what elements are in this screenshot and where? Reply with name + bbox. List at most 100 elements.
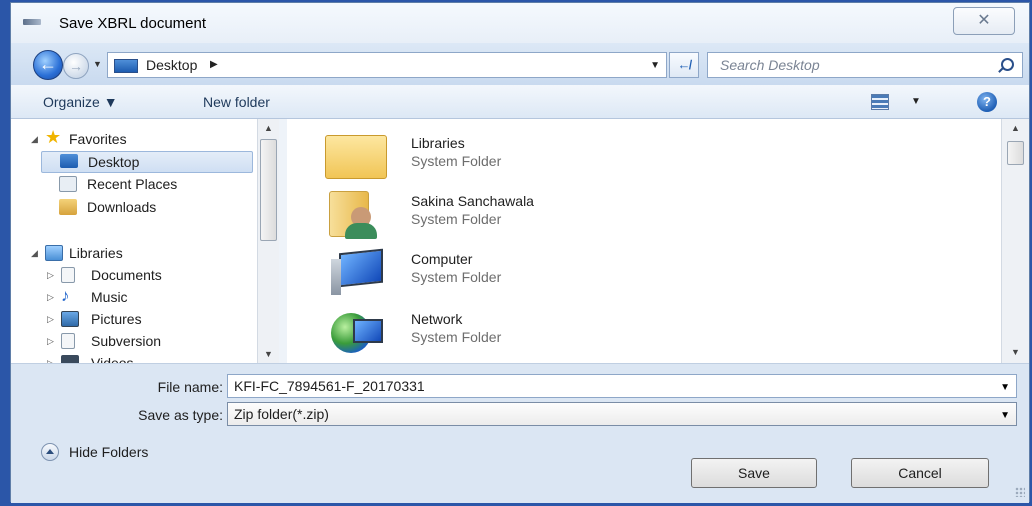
search-box[interactable]: Search Desktop [707,52,1023,78]
network-icon [325,305,387,357]
sidebar-item-videos[interactable]: ▷ Videos [11,353,251,363]
resize-grip[interactable] [1015,487,1025,497]
sidebar-item-downloads[interactable]: Downloads [41,197,253,219]
list-item-network[interactable]: Network System Folder [313,301,793,359]
nav-scrollbar[interactable]: ▲ ▼ [257,119,279,363]
chevron-down-icon[interactable]: ▼ [1000,382,1010,393]
sidebar-item-desktop[interactable]: Desktop [41,151,253,173]
title-bar: Save XBRL document ✕ [11,3,1029,43]
file-list: Libraries System Folder Sakina Sanchawal… [287,119,1001,363]
cancel-button[interactable]: Cancel [851,458,989,488]
help-icon[interactable]: ? [977,92,997,112]
tree-label: Libraries [69,245,123,261]
file-name-label: File name: [157,379,223,395]
forward-arrow-icon: → [69,58,83,74]
file-type: System Folder [411,211,502,227]
recent-locations-dropdown[interactable]: ▼ [93,59,102,69]
refresh-button[interactable]: ↚ [669,52,699,78]
pane-splitter[interactable] [279,119,287,363]
scroll-down-icon[interactable]: ▼ [264,349,273,359]
sidebar-item-recent-places[interactable]: Recent Places [41,174,253,196]
view-options-dropdown[interactable]: ▼ [911,96,921,107]
downloads-icon [59,199,77,215]
save-type-label: Save as type: [138,407,223,423]
list-item-computer[interactable]: Computer System Folder [313,241,793,299]
back-arrow-icon: ← [39,54,57,74]
tree-label: Documents [91,267,162,283]
tree-label: Pictures [91,311,142,327]
breadcrumb-chevron-icon[interactable]: ▶ [210,59,218,70]
scroll-down-icon[interactable]: ▼ [1011,347,1020,357]
file-name-input[interactable]: KFI-FC_7894561-F_20170331 [234,378,425,394]
tree-label: Downloads [87,199,157,215]
tree-label: Recent Places [87,176,178,192]
expand-arrow-icon[interactable]: ▷ [47,336,54,347]
hide-folders-label: Hide Folders [69,444,149,460]
expand-arrow-icon[interactable]: ▷ [47,270,54,281]
address-row: ← → ▼ Desktop ▶ ▼ ↚ Search Desktop [11,43,1029,85]
app-icon [23,19,41,25]
chevron-down-icon[interactable]: ▼ [1000,410,1010,421]
subversion-icon [61,333,75,349]
close-icon: ✕ [977,12,991,29]
file-type: System Folder [411,329,502,345]
tree-label: Music [91,289,128,305]
file-name: Network [411,311,463,327]
window-title: Save XBRL document [59,15,207,32]
tree-favorites[interactable]: ◢ ★ Favorites [11,127,251,151]
expand-arrow-icon[interactable]: ▷ [47,314,54,325]
new-folder-button[interactable]: New folder [203,94,270,110]
file-type: System Folder [411,153,502,169]
scroll-thumb[interactable] [260,139,277,241]
organize-button[interactable]: Organize ▼ [43,94,118,110]
navigation-pane: ◢ ★ Favorites Desktop Recent Places Down… [11,119,287,363]
refresh-icon: ↚ [677,57,691,72]
tree-label: Desktop [88,154,140,170]
list-item-user-folder[interactable]: Sakina Sanchawala System Folder [313,183,793,241]
music-icon: ♪ [61,286,70,305]
breadcrumb-desktop[interactable]: Desktop [146,57,197,73]
tree-label: Favorites [69,131,127,147]
expand-arrow-icon[interactable]: ▷ [47,292,54,303]
recent-places-icon [59,176,77,192]
file-name: Sakina Sanchawala [411,193,534,209]
documents-icon [61,267,75,283]
videos-icon [61,355,79,363]
search-input[interactable]: Search Desktop [720,57,820,73]
back-button[interactable]: ← [33,50,63,80]
sidebar-item-music[interactable]: ▷ ♪ Music [11,286,251,309]
save-dialog: Save XBRL document ✕ ← → ▼ Desktop ▶ ▼ ↚… [10,2,1030,503]
scroll-thumb[interactable] [1007,141,1024,165]
tree-libraries[interactable]: ◢ Libraries [11,243,251,265]
save-type-value: Zip folder(*.zip) [234,406,329,422]
file-name: Libraries [411,135,465,151]
tree-label: Videos [91,355,134,363]
address-dropdown-icon[interactable]: ▼ [650,60,660,71]
collapse-up-icon [41,443,59,461]
file-name-field[interactable]: KFI-FC_7894561-F_20170331 ▼ [227,374,1017,398]
sidebar-item-pictures[interactable]: ▷ Pictures [11,309,251,331]
close-button[interactable]: ✕ [953,7,1015,35]
sidebar-item-subversion[interactable]: ▷ Subversion [11,331,251,353]
file-type: System Folder [411,269,502,285]
search-icon[interactable] [1001,58,1014,71]
list-item-libraries[interactable]: Libraries System Folder [313,125,793,183]
scroll-up-icon[interactable]: ▲ [264,123,273,133]
sidebar-item-documents[interactable]: ▷ Documents [11,265,251,287]
libraries-icon [45,245,63,261]
tree-label: Subversion [91,333,162,349]
content-scrollbar[interactable]: ▲ ▼ [1001,119,1029,363]
save-button[interactable]: Save [691,458,817,488]
collapse-arrow-icon[interactable]: ◢ [31,248,38,259]
file-name: Computer [411,251,473,267]
computer-icon [325,245,387,297]
forward-button[interactable]: → [63,53,89,79]
save-type-select[interactable]: Zip folder(*.zip) ▼ [227,402,1017,426]
collapse-arrow-icon[interactable]: ◢ [31,134,38,145]
change-view-icon[interactable] [871,94,889,110]
pictures-icon [61,311,79,327]
desktop-folder-icon [114,59,138,73]
address-bar[interactable]: Desktop ▶ ▼ [107,52,667,78]
user-folder-icon [325,187,381,239]
scroll-up-icon[interactable]: ▲ [1011,123,1020,133]
